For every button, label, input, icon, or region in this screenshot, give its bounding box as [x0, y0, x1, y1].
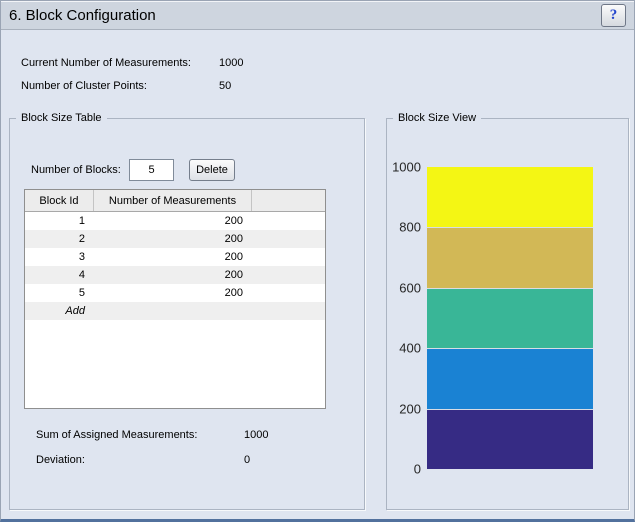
- cell-measurements[interactable]: 200: [94, 287, 252, 299]
- table-row[interactable]: 3200: [25, 248, 325, 266]
- y-tick-label: 200: [399, 401, 421, 416]
- cell-measurements[interactable]: 200: [94, 251, 252, 263]
- title-bar: 6. Block Configuration: [1, 1, 634, 30]
- cell-block-id[interactable]: 2: [25, 233, 94, 245]
- table-row[interactable]: 2200: [25, 230, 325, 248]
- table-rows: 12002200320042005200: [25, 212, 325, 302]
- column-header-empty: [252, 190, 325, 211]
- cell-measurements[interactable]: 200: [94, 269, 252, 281]
- cell-block-id[interactable]: 5: [25, 287, 94, 299]
- question-mark-icon: ?: [610, 7, 618, 24]
- y-tick-label: 400: [399, 341, 421, 356]
- cell-block-id[interactable]: 1: [25, 215, 94, 227]
- table-row[interactable]: 1200: [25, 212, 325, 230]
- delete-button[interactable]: Delete: [189, 159, 235, 181]
- delete-button-label: Delete: [196, 164, 228, 176]
- y-tick-label: 0: [414, 462, 421, 477]
- cluster-points-label: Number of Cluster Points:: [21, 80, 147, 92]
- bar-segment-block-1: [427, 409, 593, 469]
- add-row-label[interactable]: Add: [25, 305, 94, 317]
- column-header-number-of-measurements: Number of Measurements: [94, 190, 252, 211]
- bar-segment-block-5: [427, 167, 593, 227]
- number-of-blocks-label: Number of Blocks:: [31, 164, 121, 176]
- table-row[interactable]: 5200: [25, 284, 325, 302]
- current-measurements-label: Current Number of Measurements:: [21, 57, 191, 69]
- help-button[interactable]: ?: [601, 4, 626, 27]
- y-tick-label: 600: [399, 280, 421, 295]
- cell-measurements[interactable]: 200: [94, 215, 252, 227]
- deviation-value: 0: [244, 454, 250, 466]
- sum-value: 1000: [244, 429, 268, 441]
- y-tick-label: 1000: [392, 160, 421, 175]
- column-header-block-id: Block Id: [25, 190, 94, 211]
- y-tick-label: 800: [399, 220, 421, 235]
- table-row[interactable]: 4200: [25, 266, 325, 284]
- block-size-table-panel-title: Block Size Table: [16, 112, 107, 124]
- current-measurements-value: 1000: [219, 57, 243, 69]
- y-axis-ticks: 02004006008001000: [386, 167, 421, 469]
- bar-segment-block-2: [427, 348, 593, 408]
- sum-label: Sum of Assigned Measurements:: [36, 429, 197, 441]
- deviation-label: Deviation:: [36, 454, 85, 466]
- bar-segment-block-3: [427, 288, 593, 348]
- cell-block-id[interactable]: 3: [25, 251, 94, 263]
- cell-measurements[interactable]: 200: [94, 233, 252, 245]
- block-size-view-panel-title: Block Size View: [393, 112, 481, 124]
- table-header: Block IdNumber of Measurements: [25, 190, 325, 212]
- block-size-table[interactable]: Block IdNumber of Measurements 120022003…: [24, 189, 326, 409]
- block-configuration-dialog: 6. Block Configuration ? Current Number …: [0, 0, 635, 522]
- bar-segment-block-4: [427, 227, 593, 287]
- page-title: 6. Block Configuration: [9, 7, 156, 24]
- bar-stack: [427, 167, 593, 469]
- cluster-points-value: 50: [219, 80, 231, 92]
- number-of-blocks-input[interactable]: [129, 159, 174, 181]
- cell-block-id[interactable]: 4: [25, 269, 94, 281]
- table-add-row[interactable]: Add: [25, 302, 325, 320]
